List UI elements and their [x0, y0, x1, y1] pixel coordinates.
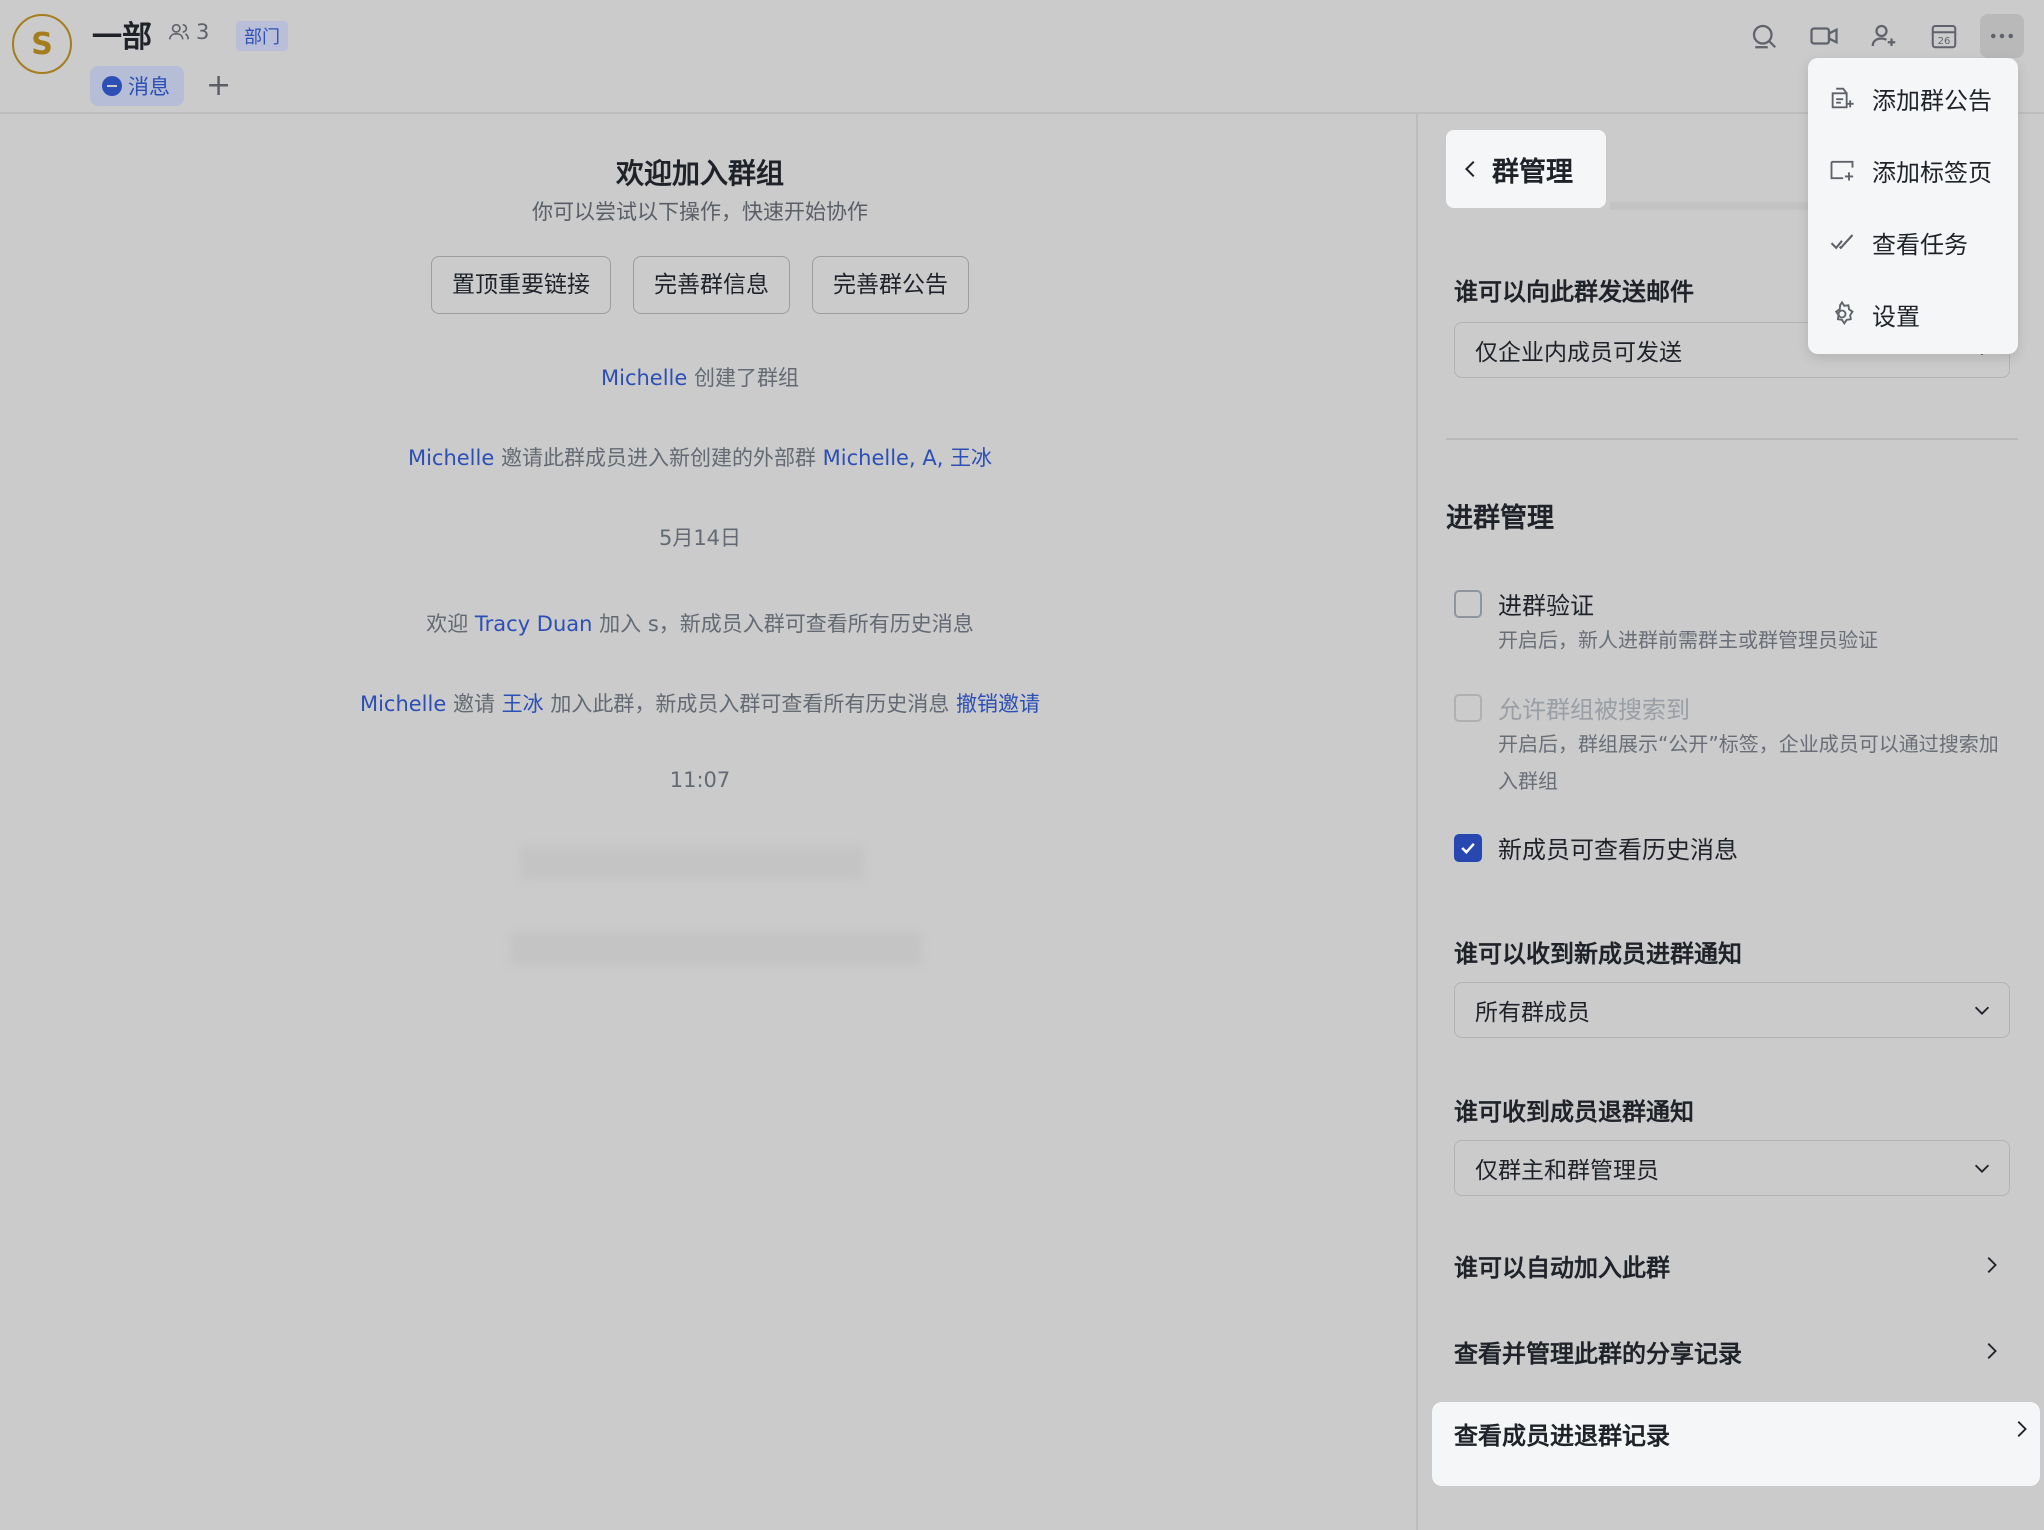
member-count[interactable]: 3 [168, 20, 209, 44]
searchable-checkbox[interactable] [1454, 694, 1482, 722]
video-icon[interactable] [1802, 14, 1846, 58]
members-icon [169, 23, 189, 40]
complete-group-info-button[interactable]: 完善群信息 [633, 256, 790, 314]
verify-description: 开启后，新人进群前需群主或群管理员验证 [1498, 628, 1878, 652]
menu-add-announcement[interactable]: 添加群公告 [1808, 70, 2018, 126]
join-management-title: 进群管理 [1446, 503, 1554, 534]
timestamp: 11:07 [669, 768, 731, 792]
system-message: 欢迎 Tracy Duan 加入 s，新成员入群可查看所有历史消息 [426, 612, 974, 636]
task-icon [1830, 234, 1854, 250]
chevron-down-icon [1974, 1006, 1990, 1015]
menu-view-tasks[interactable]: 查看任务 [1808, 214, 2018, 270]
more-icon[interactable] [1980, 14, 2024, 58]
tab-messages-label: 消息 [128, 75, 170, 99]
message-icon [102, 76, 122, 96]
system-message: Michelle 创建了群组 [600, 366, 799, 390]
add-tab-button[interactable]: + [206, 66, 231, 106]
blurred-message [510, 932, 922, 966]
menu-settings[interactable]: 设置 [1808, 286, 2018, 342]
welcome-title: 欢迎加入群组 [615, 157, 784, 190]
chevron-right-icon [2017, 1421, 2027, 1437]
history-checkbox[interactable] [1454, 834, 1482, 862]
app-window: S 一部 3 部门 消息 + 26 欢迎加入群组 你可以尝试以下操作，快速开始协… [0, 0, 2044, 1530]
pin-link-button[interactable]: 置顶重要链接 [431, 256, 611, 314]
department-badge: 部门 [236, 21, 288, 51]
back-button[interactable]: 群管理 [1446, 130, 1606, 208]
chat-area: 欢迎加入群组 你可以尝试以下操作，快速开始协作 置顶重要链接 完善群信息 完善群… [0, 114, 1416, 1530]
email-permission-label: 谁可以向此群发送邮件 [1454, 278, 1694, 306]
system-message: Michelle 邀请 王冰 加入此群，新成员入群可查看所有历史消息 撤销邀请 [359, 692, 1041, 716]
menu-add-tab[interactable]: 添加标签页 [1808, 142, 2018, 198]
blurred-message [520, 846, 864, 880]
share-records-nav[interactable]: 查看并管理此群的分享记录 [1454, 1326, 2010, 1376]
date-divider: 5月14日 [658, 526, 742, 550]
quick-actions: 置顶重要链接 完善群信息 完善群公告 [0, 256, 1400, 314]
announcement-add-icon [1831, 87, 1854, 109]
user-link[interactable]: Michelle [360, 692, 446, 716]
add-member-icon[interactable] [1862, 14, 1906, 58]
chevron-down-icon [1974, 1164, 1990, 1173]
group-link[interactable]: Michelle, A, 王冰 [823, 446, 992, 470]
auto-join-nav[interactable]: 谁可以自动加入此群 [1454, 1240, 2010, 1290]
user-link[interactable]: 王冰 [502, 692, 544, 716]
chevron-right-icon [1987, 1257, 1997, 1273]
member-records-nav[interactable]: 查看成员进退群记录 [1432, 1402, 2040, 1486]
more-menu: 添加群公告 添加标签页 查看任务 设置 [1808, 58, 2018, 354]
chevron-left-icon [1464, 160, 1475, 178]
verify-checkbox[interactable] [1454, 590, 1482, 618]
chat-header: S 一部 3 部门 消息 + 26 [0, 0, 2044, 114]
system-message: Michelle 邀请此群成员进入新创建的外部群 Michelle, A, 王冰 [407, 446, 993, 470]
join-notice-label: 谁可以收到新成员进群通知 [1454, 940, 1742, 968]
welcome-subtitle: 你可以尝试以下操作，快速开始协作 [532, 200, 868, 224]
searchable-label: 允许群组被搜索到 [1498, 696, 1690, 724]
user-link[interactable]: Michelle [601, 366, 687, 390]
svg-text:26: 26 [1938, 36, 1951, 47]
revoke-invite-link[interactable]: 撤销邀请 [956, 692, 1040, 716]
member-count-number: 3 [196, 20, 210, 44]
search-icon[interactable] [1742, 14, 1786, 58]
panel-title: 群管理 [1492, 156, 1573, 188]
calendar-icon[interactable]: 26 [1922, 14, 1966, 58]
chevron-right-icon [1987, 1343, 1997, 1359]
user-link[interactable]: Tracy Duan [475, 612, 593, 636]
verify-label: 进群验证 [1498, 592, 1594, 620]
check-icon [1461, 842, 1475, 854]
leave-notice-select[interactable]: 仅群主和群管理员 [1454, 1140, 2010, 1196]
group-avatar[interactable]: S [12, 14, 72, 74]
user-link[interactable]: Michelle [408, 446, 494, 470]
leave-notice-label: 谁可收到成员退群通知 [1454, 1098, 1694, 1126]
avatar-letter: S [31, 26, 53, 62]
tab-messages[interactable]: 消息 [90, 66, 184, 106]
group-name[interactable]: 一部 [92, 12, 152, 56]
complete-announcement-button[interactable]: 完善群公告 [812, 256, 969, 314]
tab-add-icon [1830, 160, 1854, 181]
join-notice-select[interactable]: 所有群成员 [1454, 982, 2010, 1038]
history-label: 新成员可查看历史消息 [1498, 836, 1738, 864]
settings-icon [1834, 300, 1854, 326]
divider [1446, 438, 2018, 440]
searchable-description: 开启后，群组展示“公开”标签，企业成员可以通过搜索加入群组 [1498, 732, 1999, 793]
